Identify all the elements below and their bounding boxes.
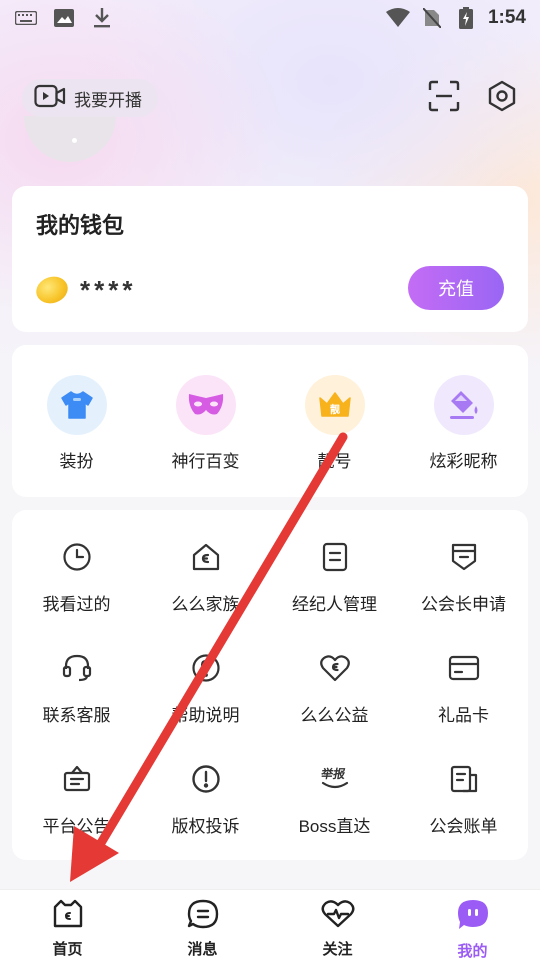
tshirt-icon xyxy=(46,375,107,435)
feature-label: 装扮 xyxy=(59,452,94,471)
badge-icon xyxy=(447,540,481,574)
menu-label: Boss直达 xyxy=(298,817,371,836)
profile-top-row: 我要开播 xyxy=(22,78,518,118)
menu-item-agent[interactable]: 经纪人管理 xyxy=(270,540,399,651)
feature-label: 炫彩昵称 xyxy=(429,452,498,471)
wallet-title: 我的钱包 xyxy=(36,213,125,238)
status-time: 1:54 xyxy=(487,7,526,28)
home-cat-icon xyxy=(51,899,85,934)
nav-label: 我的 xyxy=(457,943,488,960)
menu-item-guild-apply[interactable]: 公会长申请 xyxy=(399,540,528,651)
keyboard-icon xyxy=(14,8,38,28)
nav-follow[interactable]: 关注 xyxy=(270,890,405,960)
feature-label: 神行百变 xyxy=(171,452,240,471)
nav-home[interactable]: 首页 xyxy=(0,890,135,960)
feature-label: 靓号 xyxy=(317,452,352,471)
paint-bucket-icon xyxy=(433,375,494,435)
image-icon xyxy=(52,8,76,28)
menu-item-guild-bill[interactable]: 公会账单 xyxy=(399,762,528,873)
feature-dress-up[interactable]: 装扮 xyxy=(12,375,141,497)
mask-icon xyxy=(175,375,236,435)
profile-icon xyxy=(456,899,490,936)
nav-label: 首页 xyxy=(52,941,83,958)
wallet-card[interactable]: 我的钱包 **** 充值 xyxy=(12,186,528,332)
status-bar: 1:54 xyxy=(0,0,540,36)
menu-item-customer-service[interactable]: 联系客服 xyxy=(12,651,141,762)
nav-label: 关注 xyxy=(322,941,353,958)
menu-item-boss-direct[interactable]: 举报 Boss直达 xyxy=(270,762,399,873)
menu-label: 么么公益 xyxy=(300,706,369,725)
crown-icon: 靓 xyxy=(304,375,365,435)
feature-transform[interactable]: 神行百变 xyxy=(141,375,270,497)
menu-item-family[interactable]: 么么家族 xyxy=(141,540,270,651)
heart-pulse-icon xyxy=(320,899,356,934)
menu-label: 公会长申请 xyxy=(421,595,506,614)
menu-card: 我看过的 么么家族 经纪人管理 公会长申请 联系客服 帮助说明 么么公益 礼品卡… xyxy=(12,510,528,860)
start-live-label: 我要开播 xyxy=(74,90,142,110)
menu-item-gift-card[interactable]: 礼品卡 xyxy=(399,651,528,762)
crown-badge-text: 靓 xyxy=(330,403,340,416)
menu-label: 公会账单 xyxy=(429,817,498,836)
house-icon xyxy=(189,540,223,574)
feature-card: 装扮 神行百变 靓 靓号 炫彩昵称 xyxy=(12,345,528,497)
bill-icon xyxy=(447,762,481,796)
document-icon xyxy=(318,540,352,574)
menu-item-help[interactable]: 帮助说明 xyxy=(141,651,270,762)
report-stamp-icon: 举报 xyxy=(318,762,352,796)
menu-label: 帮助说明 xyxy=(171,706,240,725)
message-icon xyxy=(187,899,219,934)
card-icon xyxy=(447,651,481,685)
recharge-button[interactable]: 充值 xyxy=(408,266,504,310)
no-sim-icon xyxy=(420,8,444,28)
menu-label: 版权投诉 xyxy=(171,817,240,836)
scan-icon[interactable] xyxy=(428,80,460,117)
report-stamp-text: 举报 xyxy=(319,766,348,781)
menu-item-announcement[interactable]: 平台公告 xyxy=(12,762,141,873)
menu-label: 联系客服 xyxy=(42,706,111,725)
menu-label: 平台公告 xyxy=(42,817,111,836)
menu-item-charity[interactable]: 么么公益 xyxy=(270,651,399,762)
menu-label: 么么家族 xyxy=(171,595,240,614)
menu-label: 礼品卡 xyxy=(438,706,489,725)
settings-icon[interactable] xyxy=(486,80,518,117)
menu-item-copyright[interactable]: 版权投诉 xyxy=(141,762,270,873)
heart-icon xyxy=(318,651,352,685)
clock-icon xyxy=(60,540,94,574)
coin-icon xyxy=(32,272,72,308)
feature-colorful-nickname[interactable]: 炫彩昵称 xyxy=(399,375,528,497)
menu-label: 我看过的 xyxy=(42,595,111,614)
video-camera-icon xyxy=(34,84,66,113)
warning-icon xyxy=(189,762,223,796)
headset-icon xyxy=(60,651,94,685)
battery-charging-icon xyxy=(454,7,478,29)
menu-label: 经纪人管理 xyxy=(292,595,377,614)
help-icon xyxy=(189,651,223,685)
feature-pretty-id[interactable]: 靓 靓号 xyxy=(270,375,399,497)
menu-item-history[interactable]: 我看过的 xyxy=(12,540,141,651)
wallet-balance: **** xyxy=(80,274,137,305)
wifi-icon xyxy=(385,8,410,28)
nav-messages[interactable]: 消息 xyxy=(135,890,270,960)
start-live-button[interactable]: 我要开播 xyxy=(22,79,158,117)
nav-mine[interactable]: 我的 xyxy=(405,890,540,960)
nav-label: 消息 xyxy=(187,941,218,958)
announcement-icon xyxy=(60,762,94,796)
download-icon xyxy=(90,8,114,28)
bottom-nav: 首页 消息 关注 我的 xyxy=(0,889,540,960)
